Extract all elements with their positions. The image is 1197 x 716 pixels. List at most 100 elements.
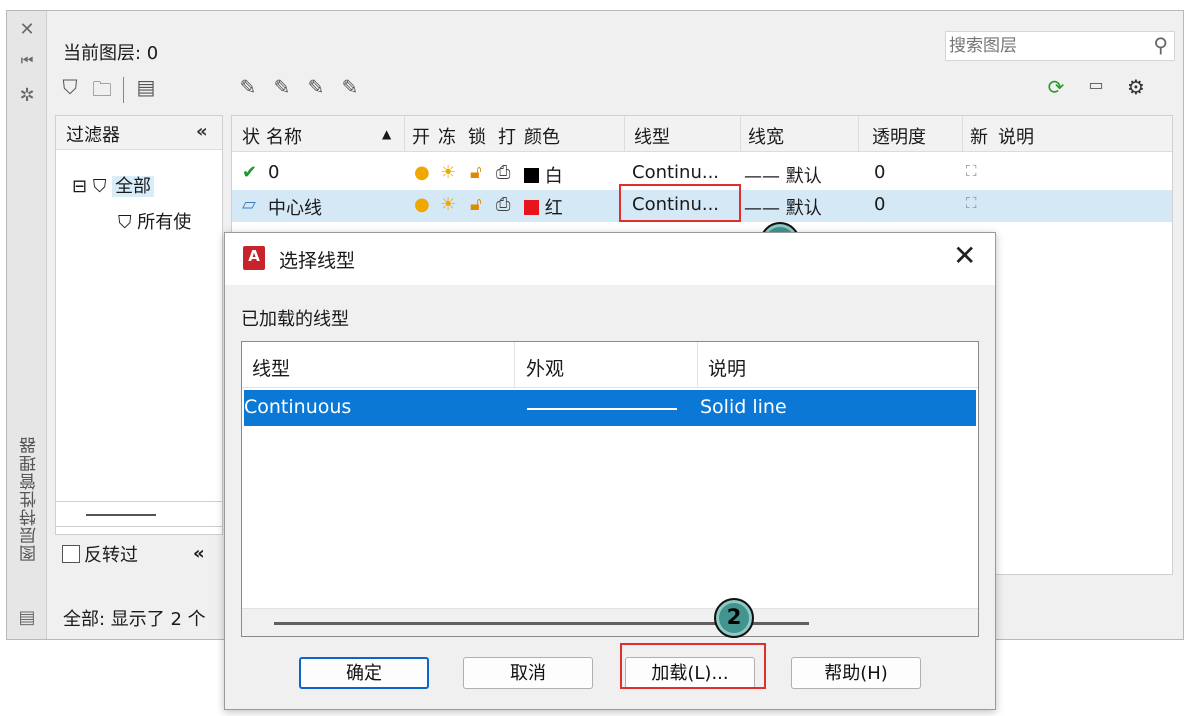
filter-horizontal-scrollbar[interactable]: [55, 501, 223, 527]
close-icon[interactable]: ✕: [953, 239, 976, 272]
filter-panel-title: 过滤器: [66, 125, 120, 146]
col-new-vp-freeze[interactable]: 新: [970, 123, 988, 149]
cancel-button[interactable]: 取消: [463, 657, 593, 689]
layer-name[interactable]: 中心线: [268, 194, 322, 220]
layer-settings-dialog-icon[interactable]: ▭: [1083, 75, 1109, 103]
new-property-filter-icon[interactable]: ⛉: [57, 75, 83, 103]
search-layers-input[interactable]: [949, 34, 1139, 58]
col-freeze[interactable]: 冻: [438, 123, 456, 149]
dialog-titlebar: A 选择线型 ✕: [225, 233, 995, 285]
layer-status-icon: ▱: [242, 194, 256, 215]
settings-gear-icon[interactable]: ⚙: [1123, 75, 1149, 103]
layer-plot-printer-icon[interactable]: ⎙: [496, 162, 510, 183]
new-group-filter-icon[interactable]: 🗀: [89, 75, 115, 103]
color-swatch: [524, 168, 539, 183]
col-name[interactable]: 名称: [266, 123, 302, 149]
layer-lineweight[interactable]: —— 默认: [744, 194, 822, 220]
tree-item-all[interactable]: ⊟ ⛉ 全部: [72, 172, 155, 198]
new-layer-vp-frozen-icon[interactable]: ✎: [269, 75, 295, 103]
layer-states-icon[interactable]: ▤: [133, 75, 159, 103]
layer-color-cell[interactable]: 红: [524, 194, 563, 220]
col-description[interactable]: 说明: [708, 354, 746, 381]
current-layer-label: 当前图层: 0: [63, 43, 159, 64]
invert-filter-checkbox[interactable]: 反转过: [62, 541, 138, 567]
layer-manager-icon: ▤: [18, 607, 36, 628]
new-vp-freeze-icon[interactable]: ⛶: [966, 162, 977, 180]
delete-layer-icon[interactable]: ✎: [303, 75, 329, 103]
callout-badge-2: 2: [714, 598, 754, 638]
dialog-title: 选择线型: [279, 250, 356, 272]
help-button[interactable]: 帮助(H): [791, 657, 921, 689]
col-linetype[interactable]: 线型: [634, 123, 670, 149]
col-transparency[interactable]: 透明度: [872, 123, 926, 149]
palette-vertical-title: 图层特性管理器: [20, 436, 40, 562]
tree-item-all-used[interactable]: ⛉ 所有使: [118, 208, 191, 234]
collapse-filter-icon[interactable]: «: [196, 121, 208, 142]
filter-scroll-thumb[interactable]: [86, 514, 156, 516]
screenshot-stage: ✕ ⏮ ✲ 图层特性管理器 ▤ 当前图层: 0 ⚲ ⛉ 🗀 ▤ ✎ ✎ ✎ ✎ …: [0, 0, 1197, 716]
search-layers-box[interactable]: ⚲: [945, 31, 1175, 61]
layer-thaw-sun-icon[interactable]: ☀: [440, 194, 456, 215]
tree-collapse-icon[interactable]: ⊟: [72, 176, 87, 197]
tree-item-used-label: 所有使: [137, 212, 192, 233]
select-linetype-dialog: A 选择线型 ✕ 已加载的线型 线型 外观 说明 Continuous Soli…: [224, 232, 996, 710]
layer-lineweight[interactable]: —— 默认: [744, 162, 822, 188]
filter-tree-panel: 过滤器 « ⊟ ⛉ 全部 ⛉ 所有使: [55, 115, 223, 535]
layer-transparency[interactable]: 0: [874, 162, 885, 183]
col-linetype[interactable]: 线型: [252, 354, 290, 381]
new-layer-icon[interactable]: ✎: [235, 75, 261, 103]
sort-ascending-icon: ▲: [382, 127, 392, 141]
status-text: 全部: 显示了 2 个: [63, 609, 206, 630]
layer-on-bulb-icon[interactable]: ●: [414, 194, 430, 215]
layer-on-bulb-icon[interactable]: ●: [414, 162, 430, 183]
close-palette-icon[interactable]: ✕: [17, 19, 37, 40]
layer-transparency[interactable]: 0: [874, 194, 885, 215]
search-icon[interactable]: ⚲: [1153, 33, 1168, 57]
linetype-appearance-line: [527, 408, 677, 410]
highlight-load-button: [620, 643, 766, 689]
layer-color-name: 白: [544, 166, 563, 187]
layer-plot-printer-icon[interactable]: ⎙: [496, 194, 510, 215]
layer-unlock-icon[interactable]: 🔓︎: [470, 162, 482, 183]
refresh-icon[interactable]: ⟳: [1043, 75, 1069, 103]
col-description[interactable]: 说明: [998, 123, 1034, 149]
filter-panel-header: 过滤器 «: [56, 116, 222, 150]
layer-name[interactable]: 0: [268, 162, 279, 183]
linetype-horizontal-scrollbar[interactable]: [242, 608, 978, 636]
col-status[interactable]: 状: [242, 123, 260, 149]
collapse-icon[interactable]: «: [193, 543, 205, 564]
col-lock[interactable]: 锁: [468, 123, 486, 149]
autocad-app-icon: A: [243, 246, 265, 270]
palette-side-strip: ✕ ⏮ ✲ 图层特性管理器 ▤: [7, 11, 47, 639]
invert-filter-check-box[interactable]: [62, 545, 80, 563]
col-plot[interactable]: 打: [498, 123, 516, 149]
layer-linetype[interactable]: Continu...: [632, 162, 719, 183]
filter-all-icon: ⛉: [92, 176, 107, 197]
toolbar-separator: [123, 77, 124, 103]
linetype-list-header: 线型 外观 说明: [242, 342, 978, 388]
layer-color-cell[interactable]: 白: [524, 162, 563, 188]
set-current-layer-icon[interactable]: ✎: [337, 75, 363, 103]
invert-filter-label: 反转过: [84, 545, 138, 566]
linetype-list[interactable]: 线型 外观 说明 Continuous Solid line: [241, 341, 979, 637]
loaded-linetypes-label: 已加载的线型: [241, 309, 349, 330]
filter-used-icon: ⛉: [118, 212, 132, 233]
col-on[interactable]: 开: [412, 123, 430, 149]
tree-item-all-label: 全部: [112, 176, 155, 197]
new-vp-freeze-icon[interactable]: ⛶: [966, 194, 977, 212]
linetype-name: Continuous: [244, 396, 352, 418]
highlight-linetype-cell: [619, 184, 741, 222]
linetype-row-selected[interactable]: Continuous Solid line: [244, 390, 976, 426]
ok-button[interactable]: 确定: [299, 657, 429, 689]
col-lineweight[interactable]: 线宽: [748, 123, 784, 149]
autohide-icon[interactable]: ⏮: [17, 53, 37, 69]
current-layer-check-icon: ✔: [242, 162, 258, 183]
linetype-description: Solid line: [700, 396, 787, 418]
layer-unlock-icon[interactable]: 🔓︎: [470, 194, 482, 215]
layer-color-name: 红: [544, 198, 563, 219]
properties-icon[interactable]: ✲: [17, 85, 37, 106]
col-color[interactable]: 颜色: [524, 123, 560, 149]
col-appearance[interactable]: 外观: [526, 354, 564, 381]
layer-grid-header: 状 名称 ▲ 开 冻 锁 打 颜色 线型 线宽 透明度 新 说明: [232, 116, 1172, 152]
layer-thaw-sun-icon[interactable]: ☀: [440, 162, 456, 183]
